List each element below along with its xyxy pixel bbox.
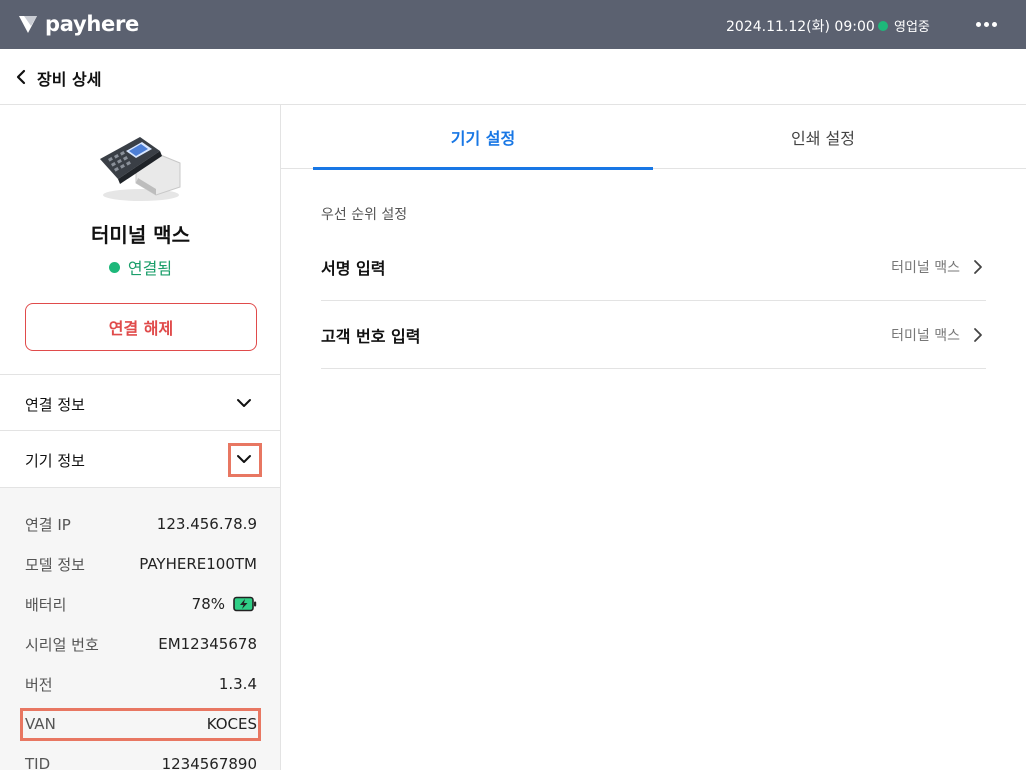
current-datetime: 2024.11.12(화) 09:00 xyxy=(726,19,875,35)
tab-print-settings[interactable]: 인쇄 설정 xyxy=(653,105,993,169)
info-value: 78% xyxy=(191,595,225,613)
info-value: KOCES xyxy=(206,715,257,733)
connection-status-label: 연결됨 xyxy=(127,259,173,278)
accordion-label: 기기 정보 xyxy=(25,452,85,470)
info-row-van: VAN KOCES xyxy=(25,712,257,736)
chevron-down-icon[interactable] xyxy=(234,449,254,469)
top-bar: payhere 2024.11.12(화) 09:00 영업중 xyxy=(0,0,1026,49)
store-status: 영업중 xyxy=(878,16,930,35)
brand-logo: payhere xyxy=(17,12,139,36)
setting-label: 서명 입력 xyxy=(321,258,386,278)
store-status-label: 영업중 xyxy=(894,20,930,35)
info-key: 연결 IP xyxy=(25,515,71,534)
info-key: 모델 정보 xyxy=(25,555,85,574)
accordion-device-info[interactable]: 기기 정보 xyxy=(0,430,280,486)
page-header: 장비 상세 xyxy=(0,49,1026,105)
connection-status: 연결됨 xyxy=(0,255,280,279)
device-name: 터미널 맥스 xyxy=(91,223,190,247)
info-key: TID xyxy=(25,755,51,770)
chevron-down-icon[interactable] xyxy=(234,393,254,413)
device-info-panel: 연결 IP 123.456.78.9 모델 정보 PAYHERE100TM 배터… xyxy=(0,487,280,770)
settings-tabs: 기기 설정 인쇄 설정 xyxy=(281,105,1026,170)
setting-value: 터미널 맥스 xyxy=(891,327,960,344)
more-dot xyxy=(983,21,989,27)
info-value: 1234567890 xyxy=(161,755,257,770)
info-row-version: 버전 1.3.4 xyxy=(25,672,257,696)
setting-row-signature-input[interactable]: 서명 입력 터미널 맥스 xyxy=(321,233,986,301)
chevron-left-icon[interactable] xyxy=(12,67,32,87)
section-title: 우선 순위 설정 xyxy=(321,207,408,223)
more-dot xyxy=(975,21,981,27)
info-row-serial: 시리얼 번호 EM12345678 xyxy=(25,632,257,656)
info-row-battery: 배터리 78% xyxy=(25,592,257,616)
device-sidebar: 터미널 맥스 연결됨 연결 해제 연결 정보 기기 정보 연결 IP 123.4… xyxy=(0,105,281,770)
tab-device-settings[interactable]: 기기 설정 xyxy=(313,105,653,170)
terminal-device-image xyxy=(100,137,181,201)
status-dot-icon xyxy=(878,20,888,31)
battery-charging-icon xyxy=(233,596,257,612)
setting-value-group: 터미널 맥스 xyxy=(891,257,986,277)
disconnect-button[interactable]: 연결 해제 xyxy=(25,303,257,351)
brand-name: payhere xyxy=(45,12,139,36)
setting-label: 고객 번호 입력 xyxy=(321,326,421,346)
info-value: PAYHERE100TM xyxy=(139,555,257,573)
info-key: 시리얼 번호 xyxy=(25,635,99,654)
accordion-connection-info[interactable]: 연결 정보 xyxy=(0,374,280,430)
accordion-label: 연결 정보 xyxy=(25,396,85,414)
connected-dot-icon xyxy=(108,261,120,273)
more-menu-button[interactable] xyxy=(972,14,1000,34)
main-content: 기기 설정 인쇄 설정 우선 순위 설정 서명 입력 터미널 맥스 고객 번호 … xyxy=(281,105,1026,770)
info-row-tid: TID 1234567890 xyxy=(25,752,257,770)
info-row-model: 모델 정보 PAYHERE100TM xyxy=(25,552,257,576)
page-title: 장비 상세 xyxy=(37,70,102,89)
info-key: VAN xyxy=(25,715,56,733)
info-row-ip: 연결 IP 123.456.78.9 xyxy=(25,512,257,536)
setting-row-customer-number-input[interactable]: 고객 번호 입력 터미널 맥스 xyxy=(321,301,986,369)
info-value: EM12345678 xyxy=(158,635,257,653)
chevron-right-icon xyxy=(974,327,982,342)
chevron-right-icon xyxy=(974,259,982,274)
setting-value-group: 터미널 맥스 xyxy=(891,325,986,345)
info-key: 버전 xyxy=(25,675,53,694)
battery-value-group: 78% xyxy=(192,595,257,613)
info-value: 123.456.78.9 xyxy=(156,515,257,533)
info-value: 1.3.4 xyxy=(218,675,257,693)
info-key: 배터리 xyxy=(25,595,67,614)
setting-value: 터미널 맥스 xyxy=(891,259,960,276)
payhere-logo-icon xyxy=(19,16,37,33)
more-dot xyxy=(991,21,997,27)
